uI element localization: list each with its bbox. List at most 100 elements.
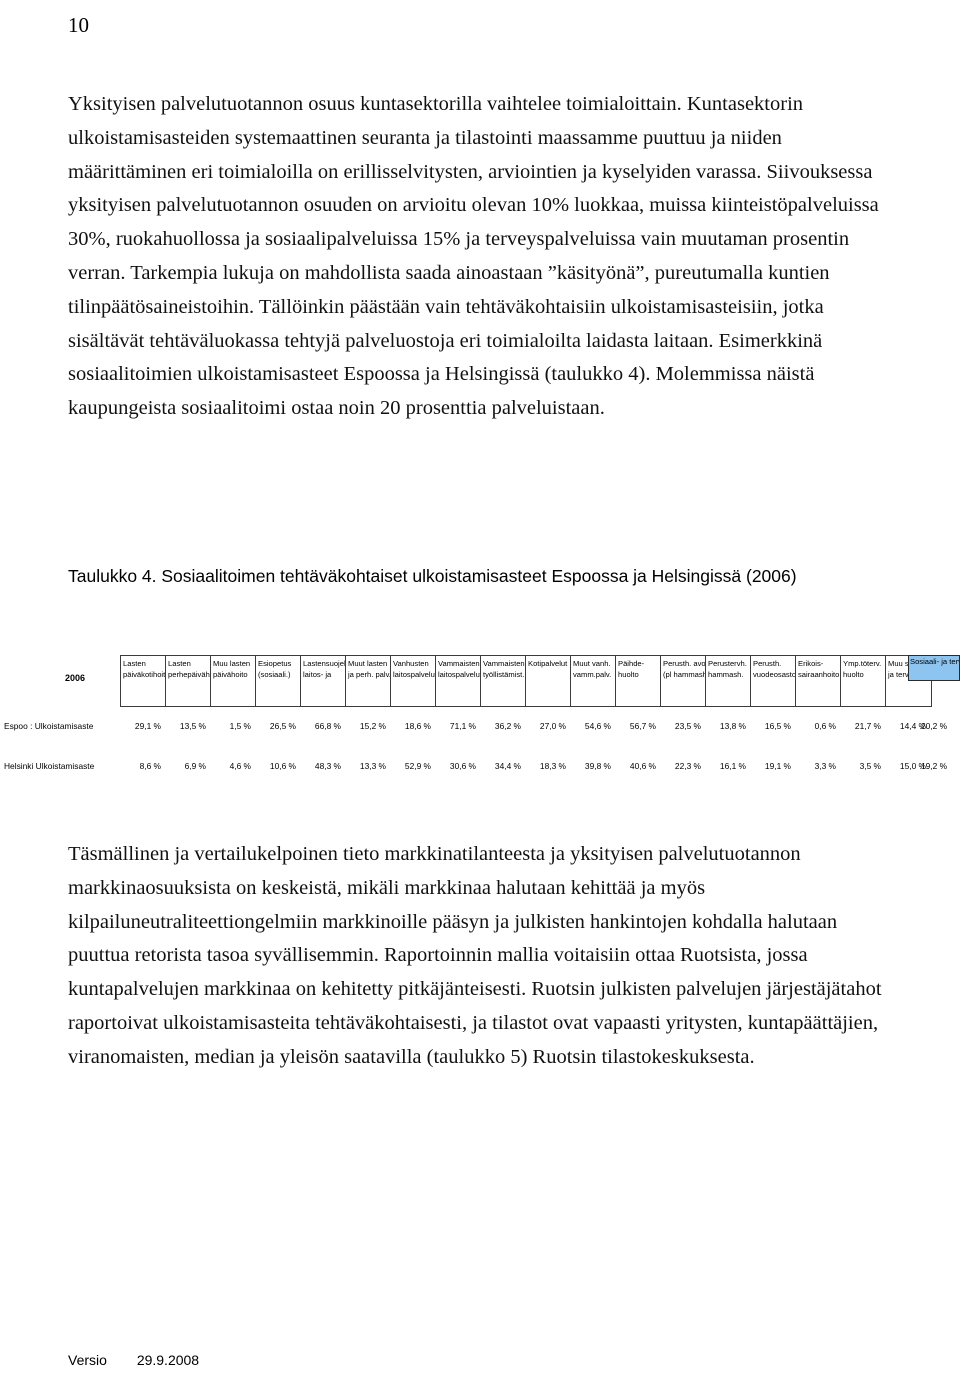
column-header-cell: Erikois- sairaanhoito — [796, 656, 841, 706]
table-cell: 13,3 % — [359, 761, 386, 771]
header-line-1: Erikois- — [798, 659, 824, 668]
table-caption: Taulukko 4. Sosiaalitoimen tehtäväkohtai… — [68, 566, 797, 586]
header-line-1: Perustervh. — [708, 659, 747, 668]
header-line-2: laitospalvelut — [393, 669, 436, 679]
table-cell: 54,6 % — [584, 721, 611, 731]
header-line-2: vuodeosastoh. — [753, 669, 796, 679]
table-cell: 26,5 % — [269, 721, 296, 731]
header-line-1: Muut lasten — [348, 659, 388, 668]
table-cell: 29,1 % — [134, 721, 161, 731]
table-cell: 34,4 % — [494, 761, 521, 771]
table-cell: 8,6 % — [139, 761, 161, 771]
header-line-1: Ymp.töterv. — [843, 659, 882, 668]
table-cell: 56,7 % — [629, 721, 656, 731]
paragraph-text: Yksityisen palvelutuotannon osuus kuntas… — [68, 93, 879, 420]
header-line-1: Muu lasten — [213, 659, 251, 668]
header-line-2: hammash. — [708, 669, 744, 679]
paragraph-text: Täsmällinen ja vertailukelpoinen tieto m… — [68, 843, 882, 1068]
table-cell: 6,9 % — [184, 761, 206, 771]
page-number: 10 — [68, 13, 89, 37]
column-header-cell: Lastensuojelun laitos- ja — [301, 656, 346, 706]
header-line-2: päivähoito — [213, 669, 248, 679]
header-line-1: Perusth. — [753, 659, 782, 668]
table-cell: 15,2 % — [359, 721, 386, 731]
footer-version-date: 29.9.2008 — [136, 1352, 200, 1368]
table-cell: 71,1 % — [449, 721, 476, 731]
table-cell: 52,9 % — [404, 761, 431, 771]
header-line-1: Vammaisten — [483, 659, 525, 668]
table-cell: 0,6 % — [814, 721, 836, 731]
header-line-1: Päihde- — [618, 659, 645, 668]
table-cell: 39,8 % — [584, 761, 611, 771]
column-header-cell: Perusth. avoh. (pl hammash.) — [661, 656, 706, 706]
header-line-2: sairaanhoito — [798, 669, 840, 679]
body-paragraph-1: Yksityisen palvelutuotannon osuus kuntas… — [68, 88, 894, 426]
table-cell: 18,3 % — [539, 761, 566, 771]
table-cell: 48,3 % — [314, 761, 341, 771]
header-line-2: ja perh. palv. — [348, 669, 391, 679]
header-line-2: (sosiaali.) — [258, 669, 291, 679]
table-cell: 16,1 % — [719, 761, 746, 771]
table-cell: 27,0 % — [539, 721, 566, 731]
table-cell: 40,6 % — [629, 761, 656, 771]
table-cell: 13,8 % — [719, 721, 746, 731]
row-total-cell: 20,2 % — [920, 721, 948, 731]
table-cell: 10,6 % — [269, 761, 296, 771]
row-label: Helsinki Ulkoistamisaste — [4, 761, 95, 771]
row-values: 29,1 % 13,5 % 1,5 % 26,5 % 66,8 % 15,2 %… — [120, 721, 930, 731]
header-line-2: vamm.palv. — [573, 669, 612, 679]
header-line-2: huolto — [843, 669, 864, 679]
header-line-2: työllistämist. — [483, 669, 525, 679]
row-values: 8,6 % 6,9 % 4,6 % 10,6 % 48,3 % 13,3 % 5… — [120, 761, 930, 771]
column-header-cell: Vammaisten työllistämist. — [481, 656, 526, 706]
header-line-1: Esiopetus — [258, 659, 292, 668]
table-cell: 13,5 % — [179, 721, 206, 731]
row-label: Espoo : Ulkoistamisaste — [4, 721, 94, 731]
table-cell: 4,6 % — [229, 761, 251, 771]
column-header-cell: Ymp.töterv. huolto — [841, 656, 886, 706]
table-year-label: 2006 — [64, 673, 86, 683]
table-cell: 3,5 % — [859, 761, 881, 771]
column-header-cell: Muut vanh. vamm.palv. — [571, 656, 616, 706]
total-header-line-1: Sosiaali- — [910, 657, 940, 666]
header-line-2: laitospalvelut — [438, 669, 481, 679]
column-header-cell: Esiopetus (sosiaali.) — [256, 656, 301, 706]
table-cell: 30,6 % — [449, 761, 476, 771]
table-cell: 19,1 % — [764, 761, 791, 771]
table-cell: 1,5 % — [229, 721, 251, 731]
header-line-1: Lastensuojelun — [303, 659, 346, 668]
header-line-2: huolto — [618, 669, 639, 679]
table-cell: 3,3 % — [814, 761, 836, 771]
table-row: Espoo : Ulkoistamisaste 29,1 % 13,5 % 1,… — [0, 711, 960, 751]
column-header-cell: Lasten perhepäivähoito — [166, 656, 211, 706]
column-header-cell: Perusth. vuodeosastoh. — [751, 656, 796, 706]
table-cell: 66,8 % — [314, 721, 341, 731]
total-header-line-2: ja terveystoimi — [941, 657, 959, 666]
header-line-1: Vammaisten — [438, 659, 480, 668]
table-cell: 36,2 % — [494, 721, 521, 731]
header-line-1: Kotipalvelut — [528, 659, 568, 668]
column-header-strip: Lasten päiväkotihoito Lasten perhepäiväh… — [120, 655, 932, 707]
column-header-cell: Perustervh. hammash. — [706, 656, 751, 706]
table-cell: 23,5 % — [674, 721, 701, 731]
header-line-1: Lasten — [168, 659, 191, 668]
column-header-cell: Muu lasten päivähoito — [211, 656, 256, 706]
table-cell: 22,3 % — [674, 761, 701, 771]
header-line-2: laitos- ja — [303, 669, 332, 679]
table-cell: 21,7 % — [854, 721, 881, 731]
column-header-cell: Kotipalvelut — [526, 656, 571, 706]
footer-version-label: Versio — [68, 1352, 107, 1368]
table-cell: 18,6 % — [404, 721, 431, 731]
header-line-2: perhepäivähoito — [168, 669, 210, 679]
table-body: Espoo : Ulkoistamisaste 29,1 % 13,5 % 1,… — [0, 711, 960, 791]
column-header-cell: Lasten päiväkotihoito — [121, 656, 166, 706]
header-line-2: päiväkotihoito — [123, 669, 166, 679]
page-footer: Versio 29.9.2008 — [68, 1352, 199, 1368]
table-row: Helsinki Ulkoistamisaste 8,6 % 6,9 % 4,6… — [0, 751, 960, 791]
header-line-2: (pl hammash.) — [663, 669, 705, 679]
column-header-cell: Vammaisten laitospalvelut — [436, 656, 481, 706]
column-header-cell: Päihde- huolto — [616, 656, 661, 706]
table-cell: 16,5 % — [764, 721, 791, 731]
table-header-row: 2006 Lasten päiväkotihoito Lasten perhep… — [0, 655, 960, 711]
header-line-1: Perusth. avoh. — [663, 659, 706, 668]
